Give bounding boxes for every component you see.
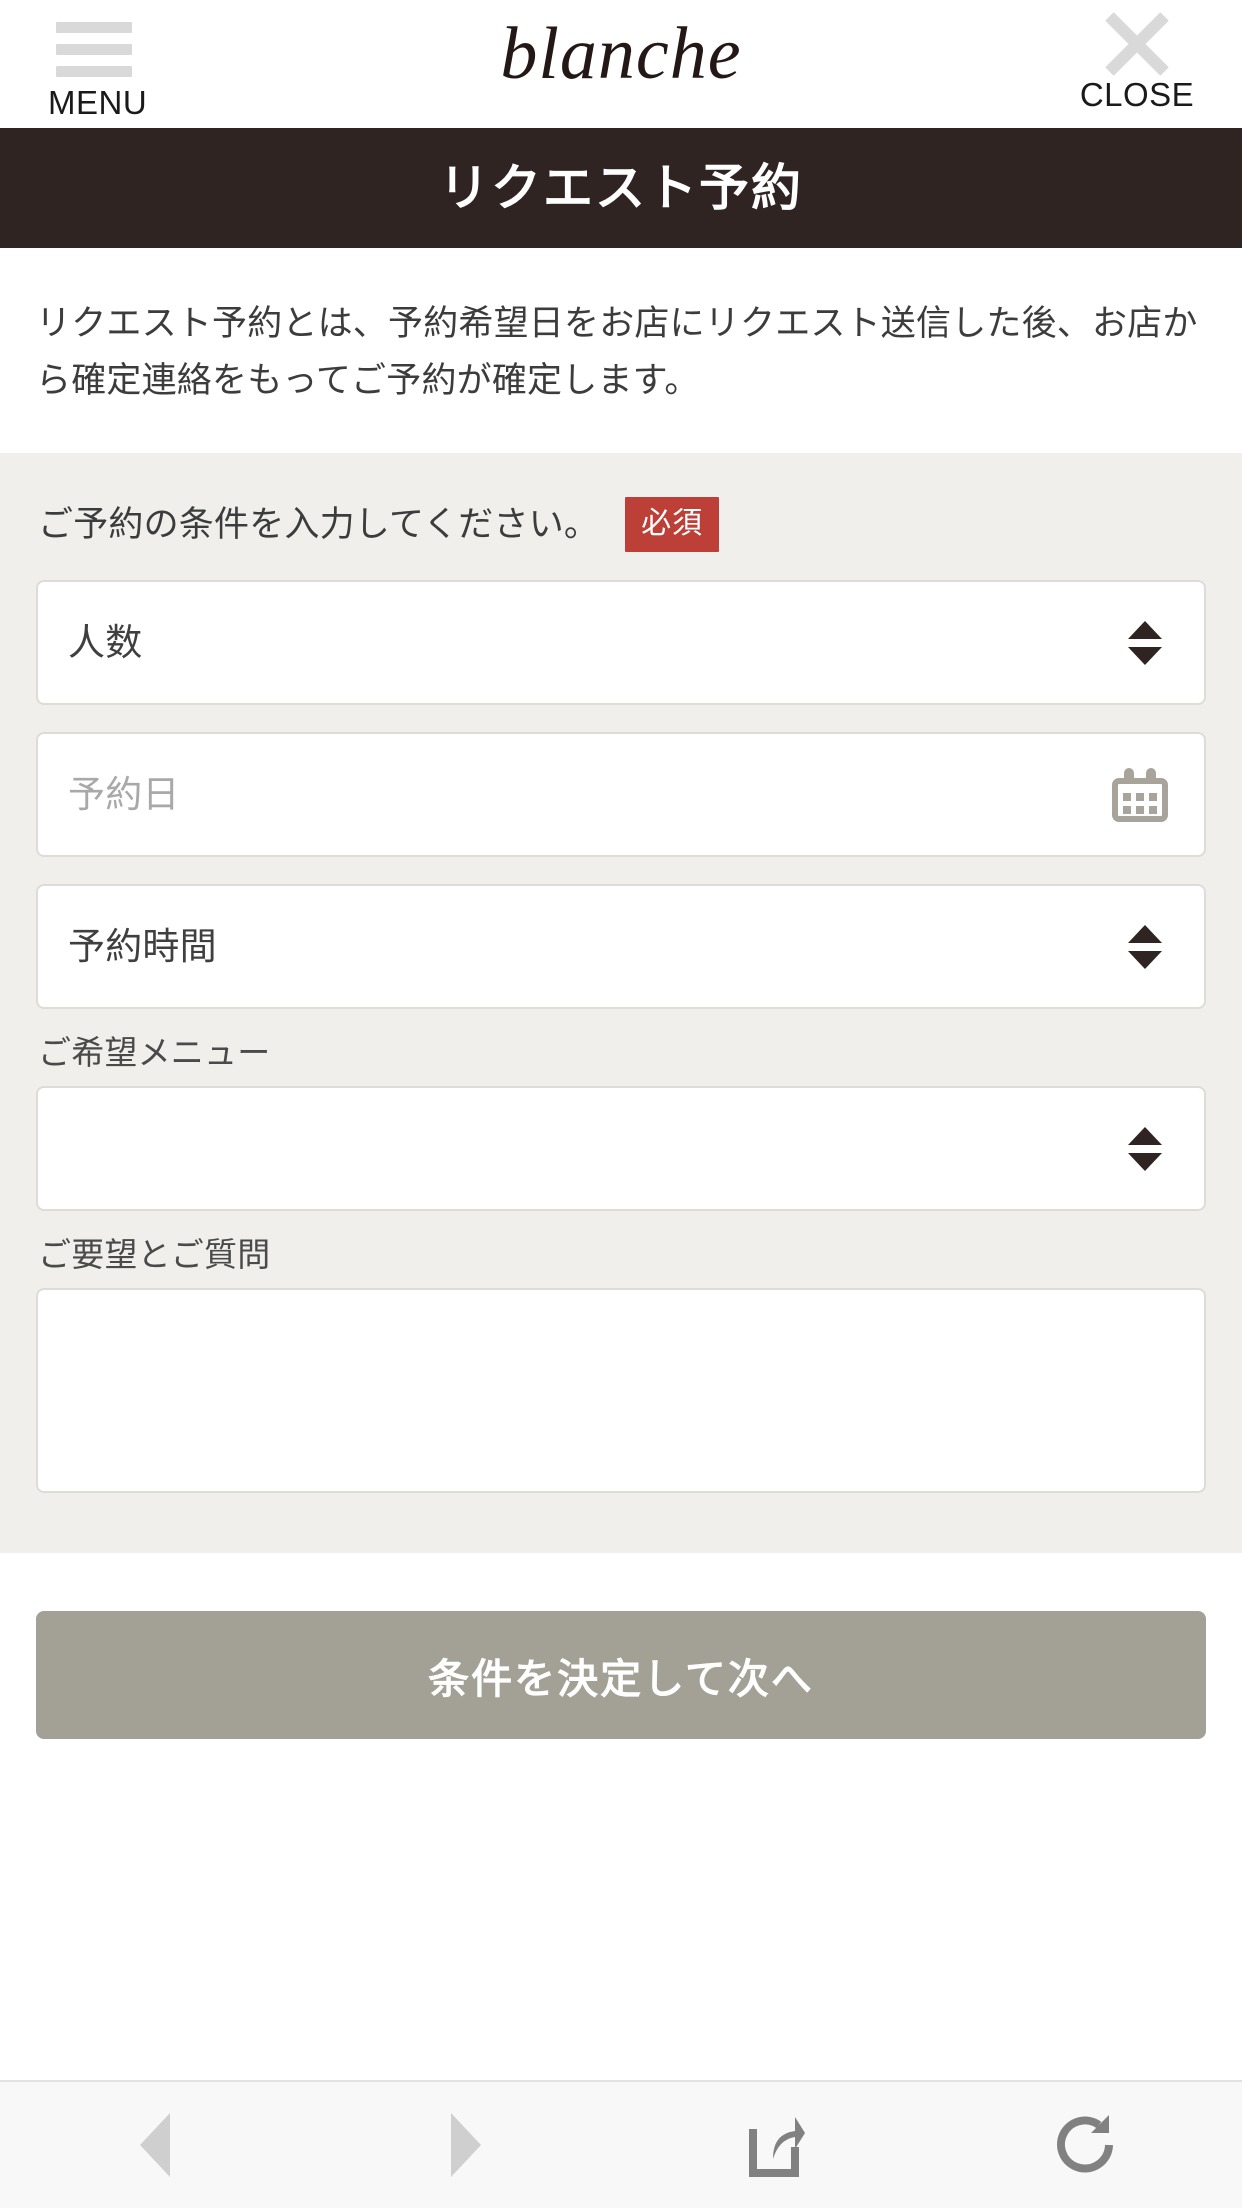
browser-toolbar <box>0 2080 1242 2208</box>
form-heading-row: ご予約の条件を入力してください。 必須 <box>36 497 1206 553</box>
people-select-value: 人数 <box>68 622 143 664</box>
back-button[interactable] <box>0 2081 311 2208</box>
close-x-icon <box>1104 12 1170 76</box>
date-input-placeholder: 予約日 <box>68 774 180 816</box>
close-button[interactable]: CLOSE <box>1076 12 1198 113</box>
submit-section: 条件を決定して次へ <box>0 1553 1242 2080</box>
time-select[interactable]: 予約時間 <box>36 884 1206 1010</box>
comment-textarea[interactable] <box>36 1288 1206 1494</box>
forward-button[interactable] <box>311 2081 622 2208</box>
page-title-bar: リクエスト予約 <box>0 128 1242 248</box>
menu-select[interactable] <box>36 1086 1206 1212</box>
required-badge: 必須 <box>625 497 720 553</box>
reservation-form: ご予約の条件を入力してください。 必須 人数 予約日 予約時間 ご希望メニュー … <box>0 453 1242 1554</box>
people-select[interactable]: 人数 <box>36 580 1206 706</box>
share-button[interactable] <box>621 2081 932 2208</box>
menu-button[interactable]: MENU <box>48 22 158 119</box>
description-text: リクエスト予約とは、予約希望日をお店にリクエスト送信した後、お店から確定連絡をも… <box>36 304 1198 400</box>
share-icon <box>749 2117 806 2177</box>
reload-icon <box>1056 2115 1113 2173</box>
menu-select-label: ご希望メニュー <box>38 1034 271 1072</box>
submit-button[interactable]: 条件を決定して次へ <box>36 1611 1206 1740</box>
page-root: MENU blanche CLOSE リクエスト予約 リクエスト予約とは、予約希… <box>0 0 1242 2208</box>
comment-textarea-label: ご要望とご質問 <box>38 1236 271 1274</box>
reload-button[interactable] <box>932 2081 1242 2208</box>
hamburger-icon <box>56 22 132 77</box>
calendar-icon[interactable] <box>1112 767 1168 822</box>
stepper-arrows-icon <box>1128 924 1162 969</box>
page-title: リクエスト予約 <box>439 160 803 216</box>
time-select-value: 予約時間 <box>68 926 217 968</box>
date-input[interactable]: 予約日 <box>36 732 1206 858</box>
stepper-arrows-icon <box>1128 1126 1162 1171</box>
description-section: リクエスト予約とは、予約希望日をお店にリクエスト送信した後、お店から確定連絡をも… <box>0 248 1242 454</box>
form-heading-text: ご予約の条件を入力してください。 <box>38 505 600 545</box>
menu-label: MENU <box>48 84 148 121</box>
stepper-arrows-icon <box>1128 620 1162 665</box>
back-triangle-icon <box>140 2113 171 2177</box>
brand-logo[interactable]: blanche <box>500 13 741 95</box>
close-label: CLOSE <box>1079 76 1195 113</box>
site-header: MENU blanche CLOSE <box>0 0 1242 128</box>
forward-triangle-icon <box>450 2113 481 2177</box>
